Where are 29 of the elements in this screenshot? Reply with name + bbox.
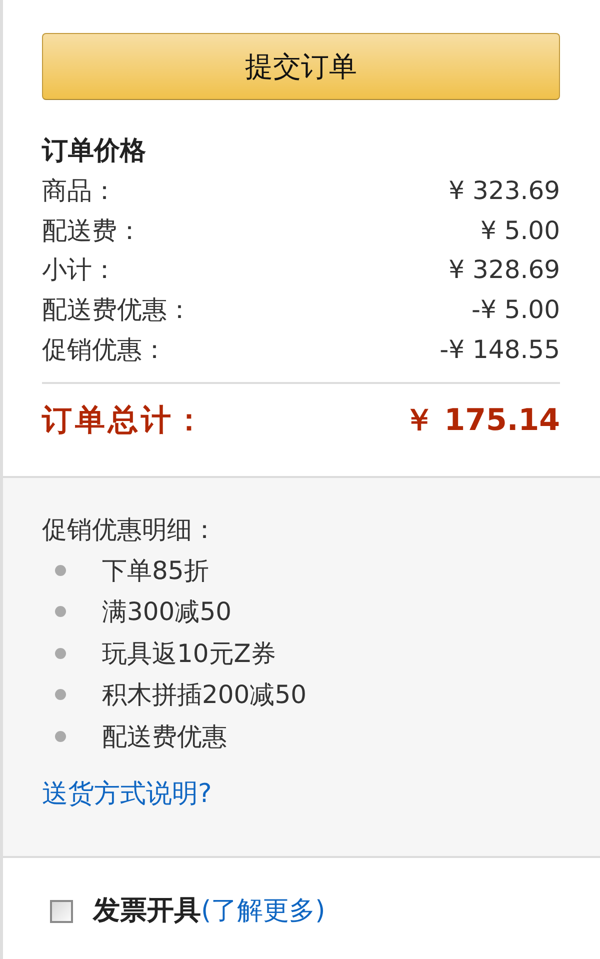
invoice-label: 发票开具 [93, 894, 201, 928]
price-amount: ¥ 328.69 [448, 254, 560, 286]
promotion-item: 积木拼插200减50 [102, 679, 307, 712]
price-amount: ¥ 5.00 [480, 214, 560, 247]
promotion-details-heading: 促销优惠明细： [42, 514, 218, 546]
price-label: 配送费优惠： [42, 294, 192, 326]
order-total-label: 订单总计： [42, 402, 207, 440]
bullet-dot-icon [55, 648, 66, 659]
promotion-item: 下单85折 [102, 554, 209, 587]
promotion-item: 满300减50 [102, 596, 232, 628]
order-price-heading: 订单价格 [42, 135, 147, 168]
price-label: 促销优惠： [42, 334, 167, 366]
invoice-checkbox[interactable] [50, 900, 73, 923]
price-label: 配送费： [42, 214, 142, 247]
bullet-dot-icon [55, 689, 66, 700]
bullet-dot-icon [55, 730, 66, 742]
bullet-dot-icon [55, 564, 66, 576]
bullet-dot-icon [55, 606, 66, 618]
learn-more-link[interactable]: (了解更多) [201, 891, 326, 932]
price-amount: -¥ 148.55 [440, 334, 560, 366]
price-label: 商品： [42, 175, 117, 207]
promotion-item: 配送费优惠 [102, 720, 227, 753]
delivery-info-link[interactable]: 送货方式说明? [42, 774, 212, 814]
price-label: 小计： [42, 254, 117, 286]
submit-order-button[interactable]: 提交订单 [42, 33, 560, 100]
price-amount: -¥ 5.00 [471, 294, 560, 326]
promotion-item: 玩具返10元Z券 [102, 638, 276, 670]
price-amount: ¥ 323.69 [448, 175, 560, 207]
order-total-amount: ￥ 175.14 [404, 402, 560, 440]
